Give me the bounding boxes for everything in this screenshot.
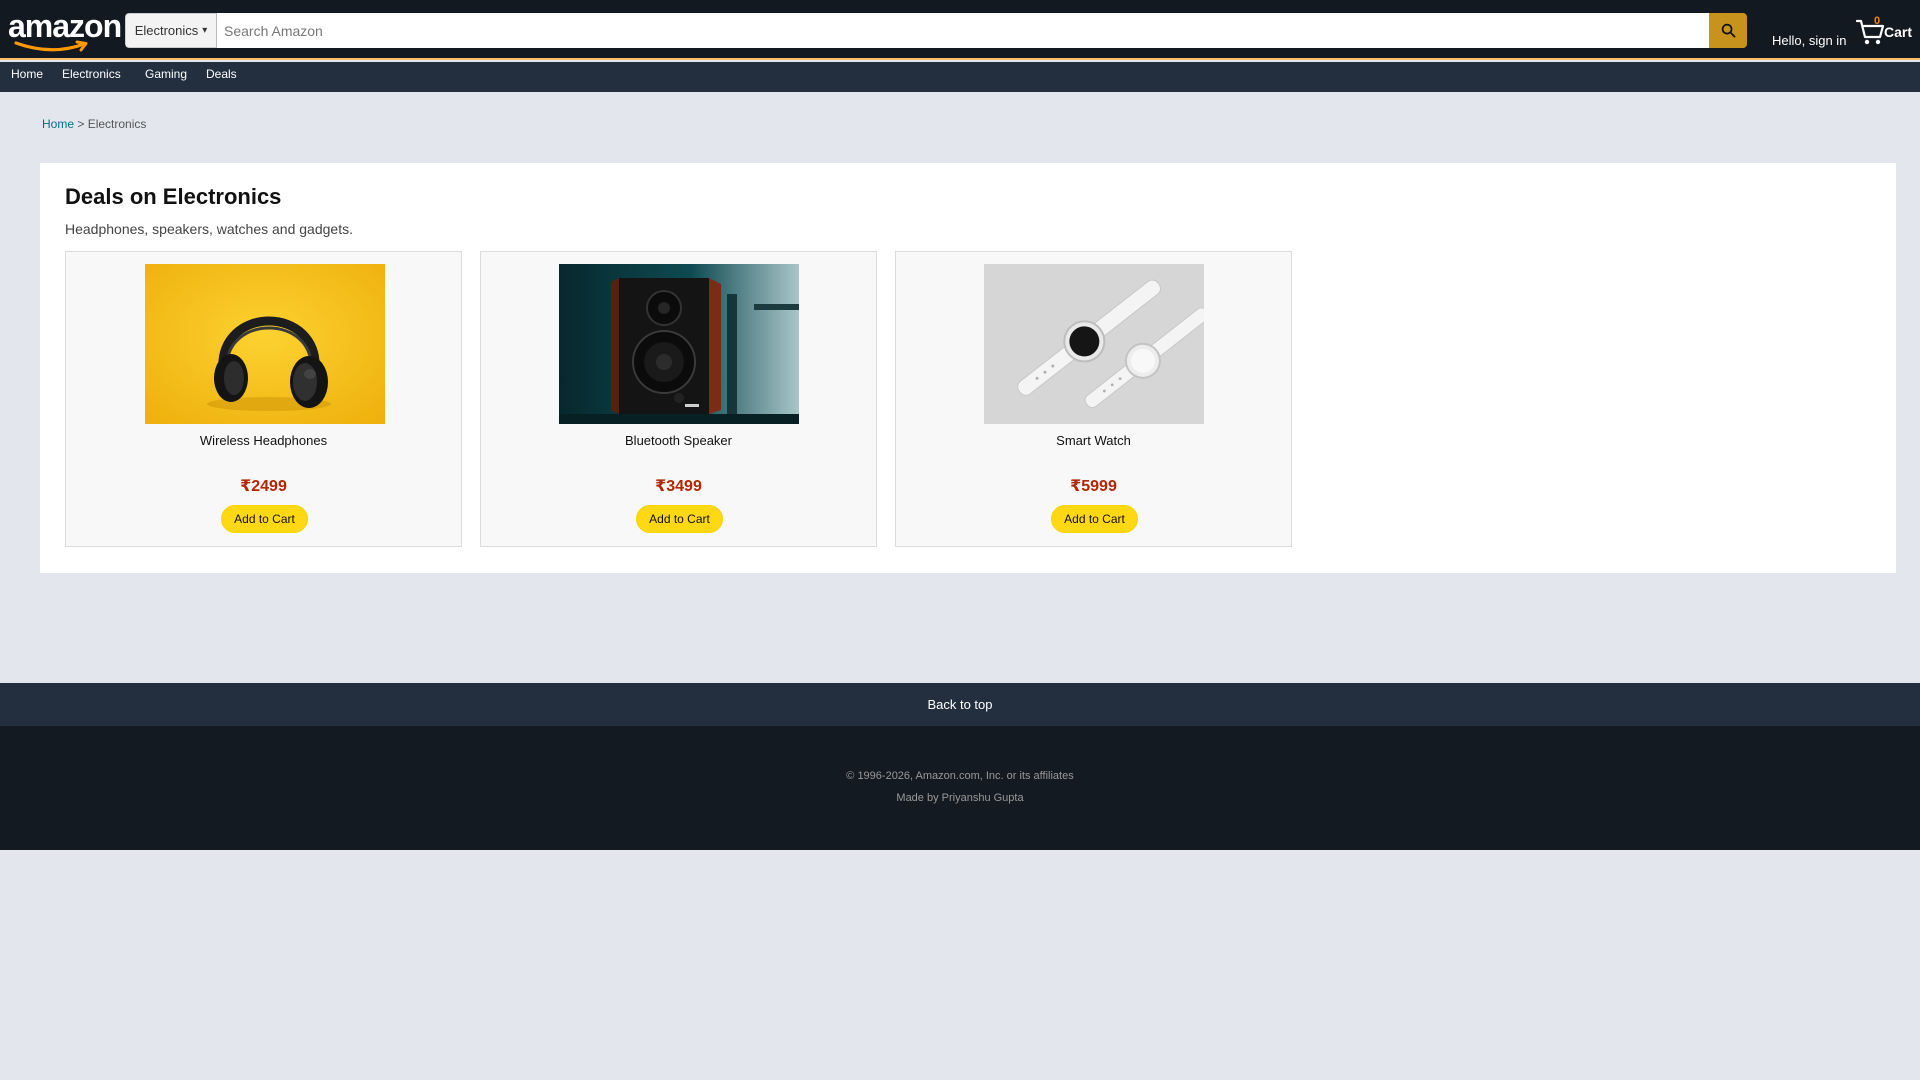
nav-item-home[interactable]: Home xyxy=(11,62,43,92)
chevron-down-icon: ▾ xyxy=(202,25,208,36)
logo-smile-icon xyxy=(14,40,88,52)
footer: © 1996-2026, Amazon.com, Inc. or its aff… xyxy=(0,726,1920,850)
search-icon xyxy=(1721,23,1735,38)
nav-item-deals[interactable]: Deals xyxy=(206,62,237,92)
product-price: ₹2499 xyxy=(240,478,287,495)
product-card-speaker[interactable]: Bluetooth Speaker ₹3499 Add to Cart xyxy=(480,251,877,547)
product-name[interactable]: Bluetooth Speaker xyxy=(481,433,876,448)
breadcrumb-separator: > xyxy=(74,117,88,131)
product-price: ₹3499 xyxy=(655,478,702,495)
product-image-smartwatch[interactable] xyxy=(984,264,1204,424)
product-card-headphones[interactable]: Wireless Headphones ₹2499 Add to Cart xyxy=(65,251,462,547)
nav-item-gaming[interactable]: Gaming xyxy=(145,62,187,92)
breadcrumb-home[interactable]: Home xyxy=(42,117,74,131)
add-to-cart-button[interactable]: Add to Cart xyxy=(1051,505,1138,533)
search-category-value: Electronics xyxy=(134,23,199,38)
deals-section: Deals on Electronics Headphones, speaker… xyxy=(40,163,1896,573)
cart-label: Cart xyxy=(1884,24,1913,40)
search-button[interactable] xyxy=(1709,13,1747,48)
search-category-select[interactable]: Electronics ▾ xyxy=(125,13,217,48)
cart-count: 0 xyxy=(1874,15,1881,27)
logo-text: amazon xyxy=(8,8,122,44)
product-name[interactable]: Wireless Headphones xyxy=(66,433,461,448)
add-to-cart-button[interactable]: Add to Cart xyxy=(636,505,723,533)
speaker-icon xyxy=(559,264,799,424)
back-to-top-button[interactable]: Back to top xyxy=(0,683,1920,726)
cart-icon xyxy=(1856,19,1885,45)
nav-bar: Home Electronics Gaming Deals xyxy=(0,62,1920,92)
cart-button[interactable]: 0 Cart xyxy=(1856,15,1916,47)
copyright-text: © 1996-2026, Amazon.com, Inc. or its aff… xyxy=(846,770,1074,782)
breadcrumb-current: Electronics xyxy=(87,117,147,131)
page-title: Deals on Electronics xyxy=(65,184,282,209)
credit-text: Made by Priyanshu Gupta xyxy=(896,792,1024,804)
search-bar: Electronics ▾ xyxy=(125,13,1747,48)
amazon-logo[interactable]: amazon xyxy=(8,8,122,52)
smartwatch-icon xyxy=(984,264,1204,424)
product-image-speaker[interactable] xyxy=(559,264,799,424)
nav-item-electronics[interactable]: Electronics xyxy=(62,62,121,92)
product-price: ₹5999 xyxy=(1070,478,1117,495)
product-card-smartwatch[interactable]: Smart Watch ₹5999 Add to Cart xyxy=(895,251,1292,547)
breadcrumb: Home > Electronics xyxy=(42,117,146,131)
add-to-cart-button[interactable]: Add to Cart xyxy=(221,505,308,533)
search-input[interactable] xyxy=(217,13,1709,48)
product-name[interactable]: Smart Watch xyxy=(896,433,1291,448)
headphones-icon xyxy=(145,264,385,424)
product-image-headphones[interactable] xyxy=(145,264,385,424)
signin-link[interactable]: Hello, sign in xyxy=(1772,33,1846,48)
top-header: amazon Electronics ▾ Hello, sign in 0 Ca… xyxy=(0,0,1920,60)
page-subtitle: Headphones, speakers, watches and gadget… xyxy=(65,221,353,237)
